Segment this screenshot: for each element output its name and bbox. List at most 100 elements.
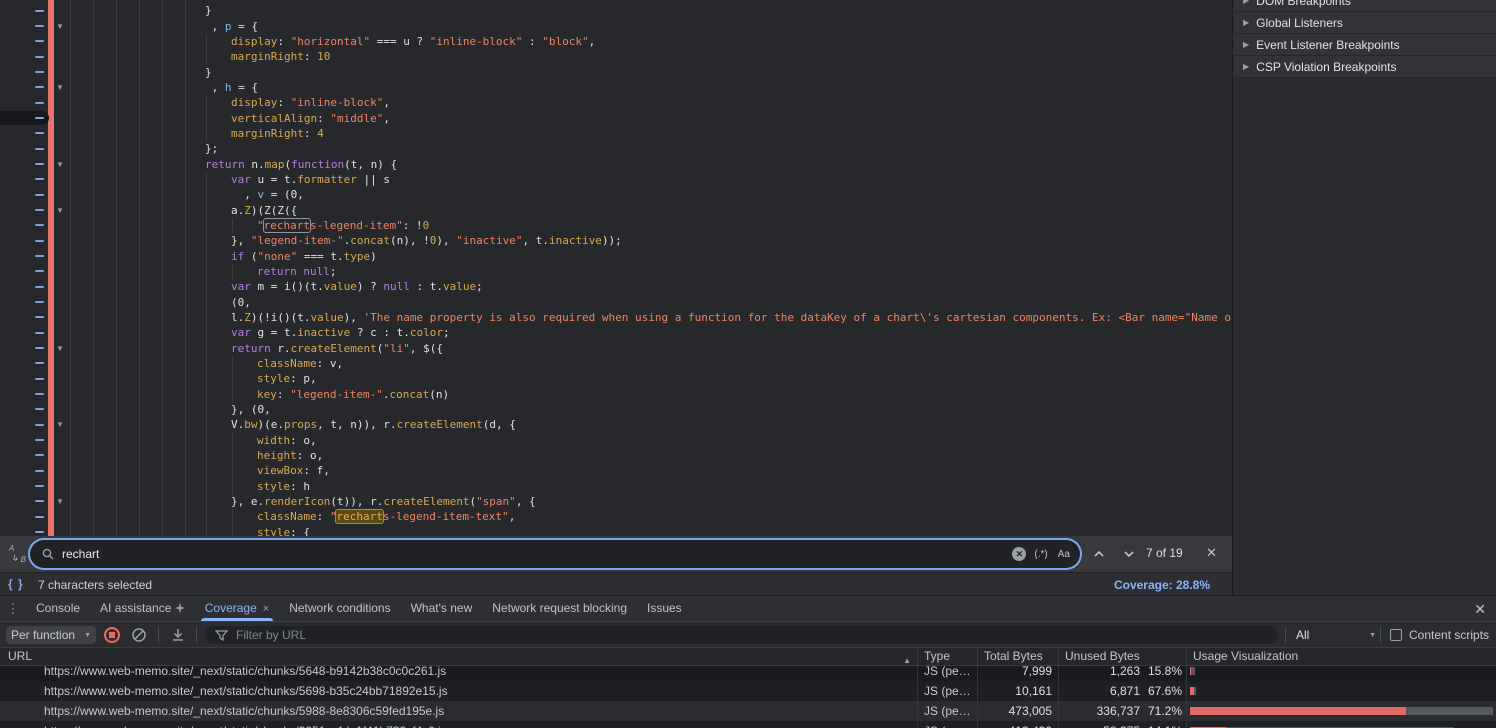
code-token: === t.	[297, 250, 343, 263]
find-query-text[interactable]: rechart	[62, 547, 1012, 561]
next-match-icon[interactable]	[1122, 547, 1136, 561]
tab-network-conditions[interactable]: Network conditions	[279, 596, 400, 621]
code-token: "middle"	[330, 112, 383, 125]
code-token: (n)	[429, 388, 449, 401]
code-line[interactable]: if ("none" === t.type)	[0, 249, 1232, 265]
regex-toggle[interactable]: (.*)	[1034, 549, 1047, 560]
table-row[interactable]: https://www.web-memo.site/_next/static/c…	[0, 721, 1496, 728]
close-find-bar-icon[interactable]: ✕	[1206, 545, 1217, 561]
code-token: "li"	[383, 342, 410, 355]
close-drawer-icon[interactable]: ✕	[1474, 601, 1486, 618]
code-line[interactable]: marginRight: 4	[0, 126, 1232, 142]
code-line[interactable]: display: "horizontal" === u ? "inline-bl…	[0, 34, 1232, 50]
coverage-mode-select[interactable]: Per function ▼	[6, 626, 96, 644]
code-line[interactable]: var g = t.inactive ? c : t.color;	[0, 325, 1232, 341]
code-line[interactable]: l.Z)(!i()(t.value), 'The name property i…	[0, 310, 1232, 326]
sidebar-item-global-listeners[interactable]: ▶Global Listeners	[1233, 12, 1496, 34]
content-scripts-checkbox[interactable]	[1390, 629, 1402, 641]
code-token: verticalAlign	[231, 112, 317, 125]
column-header-usage-visualization[interactable]: Usage Visualization	[1187, 648, 1496, 665]
code-line[interactable]: return r.createElement("li", $({	[0, 341, 1232, 357]
code-token: ),	[436, 234, 456, 247]
sidebar-item-event-listener-breakpoints[interactable]: ▶Event Listener Breakpoints	[1233, 34, 1496, 56]
code-line[interactable]: marginRight: 10	[0, 49, 1232, 65]
code-line[interactable]: height: o,	[0, 448, 1232, 464]
cell-type: JS (pe…	[918, 701, 978, 721]
column-header-url[interactable]: URL ▲	[0, 648, 918, 665]
unused-bytes-value: 1,263	[1059, 666, 1140, 681]
code-line[interactable]: }	[0, 3, 1232, 19]
code-line[interactable]: return n.map(function(t, n) {	[0, 157, 1232, 173]
match-case-toggle[interactable]: Aa	[1058, 549, 1070, 560]
code-token: g = t.	[251, 326, 297, 339]
coverage-percent-link[interactable]: Coverage: 28.8%	[1114, 578, 1210, 592]
stop-recording-button[interactable]	[104, 627, 120, 643]
code-line[interactable]: style: p,	[0, 371, 1232, 387]
code-line[interactable]: }, "legend-item-".concat(n), !0), "inact…	[0, 233, 1232, 249]
sidebar-item-csp-violation-breakpoints[interactable]: ▶CSP Violation Breakpoints	[1233, 56, 1496, 78]
code-token: :	[317, 112, 330, 125]
pretty-print-icon[interactable]: { }	[8, 577, 24, 591]
close-tab-icon[interactable]: ×	[263, 603, 269, 615]
cell-usage-visualization	[1187, 681, 1496, 701]
source-editor[interactable]: }▼ , p = {display: "horizontal" === u ? …	[0, 0, 1232, 536]
code-line[interactable]: className: "recharts-legend-item-text",	[0, 509, 1232, 525]
code-line[interactable]: }, (0,	[0, 402, 1232, 418]
code-line[interactable]: V.bw)(e.props, t, n)), r.createElement(d…	[0, 417, 1232, 433]
code-line[interactable]: return null;	[0, 264, 1232, 280]
code-line[interactable]: verticalAlign: "middle",	[0, 111, 1232, 127]
type-filter-select[interactable]: All ▼	[1296, 626, 1376, 644]
code-line[interactable]: display: "inline-block",	[0, 95, 1232, 111]
tab-coverage[interactable]: Coverage×	[195, 596, 279, 621]
tab-ai-assistance[interactable]: AI assistance	[90, 596, 195, 621]
code-line[interactable]: (0,	[0, 295, 1232, 311]
url-filter-field[interactable]	[205, 626, 1278, 644]
code-line[interactable]: "recharts-legend-item": !0	[0, 218, 1232, 234]
code-token: (d, {	[483, 418, 516, 431]
code-line[interactable]: , v = (0,	[0, 187, 1232, 203]
more-tabs-icon[interactable]: ⋮	[0, 601, 26, 617]
code-line[interactable]: , h = {	[0, 80, 1232, 96]
code-line[interactable]: , p = {	[0, 19, 1232, 35]
breakpoints-sidebar: ▶DOM Breakpoints▶Global Listeners▶Event …	[1233, 0, 1496, 595]
code-line[interactable]: viewBox: f,	[0, 463, 1232, 479]
column-header-type[interactable]: Type	[918, 648, 978, 665]
code-line[interactable]: style: h	[0, 479, 1232, 495]
column-header-unused-bytes[interactable]: Unused Bytes	[1059, 648, 1187, 665]
code-line[interactable]: a.Z)(Z(Z({	[0, 203, 1232, 219]
code-line[interactable]: width: o,	[0, 433, 1232, 449]
code-line[interactable]: }, e.renderIcon(t)), r.createElement("sp…	[0, 494, 1232, 510]
tab-console[interactable]: Console	[26, 596, 90, 621]
code-line[interactable]: };	[0, 141, 1232, 157]
code-line[interactable]: style: {	[0, 525, 1232, 536]
code-line[interactable]: var m = i()(t.value) ? null : t.value;	[0, 279, 1232, 295]
replace-toggle-icon[interactable]: A ↳ B	[8, 544, 28, 564]
clear-search-icon[interactable]: ✕	[1012, 547, 1026, 561]
table-row[interactable]: https://www.web-memo.site/_next/static/c…	[0, 681, 1496, 701]
table-row[interactable]: https://www.web-memo.site/_next/static/c…	[0, 701, 1496, 721]
code-token: width	[257, 434, 290, 447]
code-token: ));	[602, 234, 622, 247]
drawer-tab-strip: ⋮ ConsoleAI assistance Coverage×Network …	[0, 596, 1496, 622]
code-line[interactable]: }	[0, 65, 1232, 81]
code-token: var	[231, 280, 251, 293]
code-token: "span"	[476, 495, 516, 508]
table-row[interactable]: https://www.web-memo.site/_next/static/c…	[0, 666, 1496, 681]
column-header-total-bytes[interactable]: Total Bytes	[978, 648, 1059, 665]
find-input[interactable]: rechart ✕ (.*) Aa	[30, 540, 1080, 568]
tab-what-s-new[interactable]: What's new	[401, 596, 483, 621]
url-filter-input[interactable]	[236, 628, 1136, 642]
tab-issues[interactable]: Issues	[637, 596, 692, 621]
tab-network-request-blocking[interactable]: Network request blocking	[482, 596, 637, 621]
code-line[interactable]: className: v,	[0, 356, 1232, 372]
code-token: , {	[516, 495, 536, 508]
unused-bytes-value: 336,737	[1059, 701, 1140, 721]
code-line[interactable]: key: "legend-item-".concat(n)	[0, 387, 1232, 403]
code-token: :	[277, 388, 290, 401]
export-coverage-icon[interactable]	[170, 627, 186, 643]
previous-match-icon[interactable]	[1092, 547, 1106, 561]
code-token: ? c : t.	[350, 326, 410, 339]
sidebar-item-dom-breakpoints[interactable]: ▶DOM Breakpoints	[1233, 0, 1496, 12]
clear-coverage-icon[interactable]	[131, 627, 147, 643]
code-line[interactable]: var u = t.formatter || s	[0, 172, 1232, 188]
